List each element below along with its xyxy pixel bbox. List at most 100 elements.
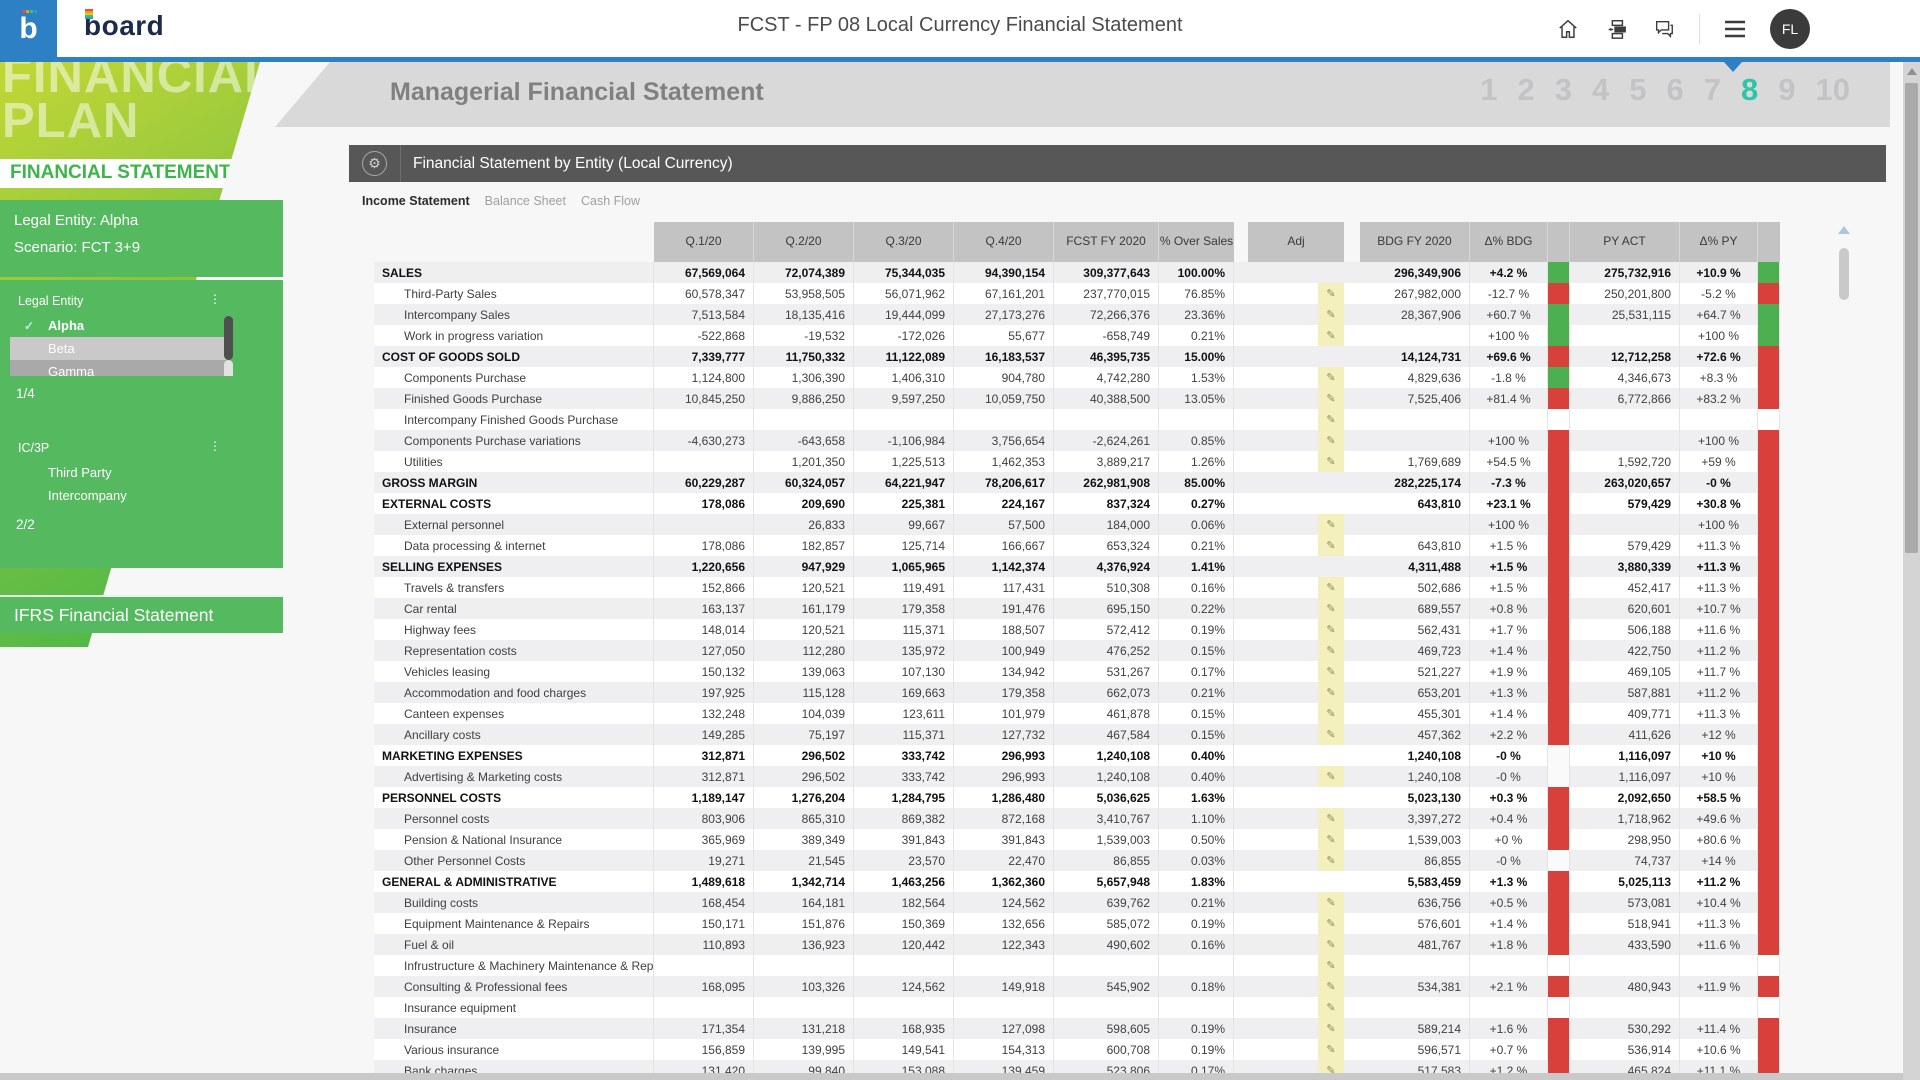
adj-cell[interactable] [1248,745,1318,766]
adj-cell[interactable] [1248,430,1318,451]
table-row[interactable]: Utilities1,201,3501,225,5131,462,3533,88… [374,451,1780,472]
column-header-pyact[interactable]: PY ACT [1570,222,1680,262]
edit-pencil-icon[interactable]: ✎ [1318,388,1344,409]
adj-cell[interactable] [1248,997,1318,1018]
adj-cell[interactable] [1248,535,1318,556]
edit-pencil-icon[interactable]: ✎ [1318,430,1344,451]
tab-income-statement[interactable]: Income Statement [362,194,470,208]
table-row[interactable]: Infrustructure & Machinery Maintenance &… [374,955,1780,976]
adj-cell[interactable] [1248,619,1318,640]
adj-cell[interactable] [1248,283,1318,304]
column-header-dbdg[interactable]: Δ% BDG [1470,222,1548,262]
selector1-kebab-icon[interactable]: ⋮ [209,294,221,308]
table-row[interactable]: Insurance171,354131,218168,935127,098598… [374,1018,1780,1039]
adj-cell[interactable] [1248,304,1318,325]
adj-cell[interactable] [1248,388,1318,409]
table-row[interactable]: GENERAL & ADMINISTRATIVE1,489,6181,342,7… [374,871,1780,892]
list-item-beta[interactable]: Beta [10,337,227,360]
adj-cell[interactable] [1248,934,1318,955]
edit-pencil-icon[interactable]: ✎ [1318,535,1344,556]
adj-cell[interactable] [1248,976,1318,997]
edit-pencil-icon[interactable]: ✎ [1318,934,1344,955]
adj-cell[interactable] [1248,367,1318,388]
adj-cell[interactable] [1248,1018,1318,1039]
edit-pencil-icon[interactable]: ✎ [1318,703,1344,724]
table-row[interactable]: Ancillary costs149,28575,197115,371127,7… [374,724,1780,745]
column-header-adj[interactable]: Adj [1248,222,1344,262]
scrollbar-up-icon[interactable] [1907,68,1917,75]
adj-cell[interactable] [1248,451,1318,472]
adj-cell[interactable] [1248,577,1318,598]
adj-cell[interactable] [1248,598,1318,619]
adj-cell[interactable] [1248,514,1318,535]
list-item-alpha[interactable]: ✓ Alpha [0,314,283,337]
edit-pencil-icon[interactable]: ✎ [1318,829,1344,850]
edit-pencil-icon[interactable]: ✎ [1318,913,1344,934]
table-row[interactable]: Highway fees148,014120,521115,371188,507… [374,619,1780,640]
menu-icon[interactable] [1722,16,1748,42]
panel-settings-button[interactable]: ⚙ [349,145,401,182]
table-row[interactable]: SELLING EXPENSES1,220,656947,9291,065,96… [374,556,1780,577]
table-row[interactable]: Building costs168,454164,181182,564124,5… [374,892,1780,913]
table-row[interactable]: Various insurance156,859139,995149,54115… [374,1039,1780,1060]
edit-pencil-icon[interactable]: ✎ [1318,619,1344,640]
table-row[interactable]: EXTERNAL COSTS178,086209,690225,381224,1… [374,493,1780,514]
entity-list-scrollbar[interactable] [224,316,233,360]
adj-cell[interactable] [1248,409,1318,430]
adj-cell[interactable] [1248,703,1318,724]
table-row[interactable]: Insurance equipment✎ [374,997,1780,1018]
adj-cell[interactable] [1248,661,1318,682]
adj-cell[interactable] [1248,325,1318,346]
table-row[interactable]: MARKETING EXPENSES312,871296,502333,7422… [374,745,1780,766]
adj-cell[interactable] [1248,640,1318,661]
edit-pencil-icon[interactable]: ✎ [1318,766,1344,787]
column-header-pct[interactable]: % Over Sales [1159,222,1234,262]
adj-cell[interactable] [1248,556,1318,577]
selector2-kebab-icon[interactable]: ⋮ [209,441,221,455]
edit-pencil-icon[interactable]: ✎ [1318,1060,1344,1073]
adj-cell[interactable] [1248,724,1318,745]
tab-balance-sheet[interactable]: Balance Sheet [485,194,566,208]
adj-cell[interactable] [1248,262,1318,283]
edit-pencil-icon[interactable]: ✎ [1318,640,1344,661]
edit-pencil-icon[interactable]: ✎ [1318,682,1344,703]
home-icon[interactable] [1555,16,1581,42]
edit-pencil-icon[interactable]: ✎ [1318,724,1344,745]
table-scrollbar[interactable] [1838,226,1850,1070]
table-row[interactable]: Third-Party Sales60,578,34753,958,50556,… [374,283,1780,304]
edit-pencil-icon[interactable]: ✎ [1318,850,1344,871]
table-row[interactable]: Travels & transfers152,866120,521119,491… [374,577,1780,598]
adj-cell[interactable] [1248,850,1318,871]
table-row[interactable]: Representation costs127,050112,280135,97… [374,640,1780,661]
edit-pencil-icon[interactable]: ✎ [1318,577,1344,598]
edit-pencil-icon[interactable]: ✎ [1318,325,1344,346]
edit-pencil-icon[interactable]: ✎ [1318,997,1344,1018]
table-row[interactable]: Advertising & Marketing costs312,871296,… [374,766,1780,787]
ifrs-statement-link[interactable]: IFRS Financial Statement [0,595,283,633]
column-header-dpy[interactable]: Δ% PY [1680,222,1758,262]
edit-pencil-icon[interactable]: ✎ [1318,304,1344,325]
table-row[interactable]: Intercompany Sales7,513,58418,135,41619,… [374,304,1780,325]
list-item-intercompany[interactable]: Intercompany [0,484,283,507]
edit-pencil-icon[interactable]: ✎ [1318,661,1344,682]
adj-cell[interactable] [1248,346,1318,367]
chat-icon[interactable] [1651,16,1677,42]
edit-pencil-icon[interactable]: ✎ [1318,367,1344,388]
table-row[interactable]: Work in progress variation-522,868-19,53… [374,325,1780,346]
table-scroll-thumb[interactable] [1839,248,1849,300]
column-header-bdg[interactable]: BDG FY 2020 [1360,222,1470,262]
adj-cell[interactable] [1248,787,1318,808]
table-row[interactable]: Car rental163,137161,179179,358191,47669… [374,598,1780,619]
adj-cell[interactable] [1248,955,1318,976]
list-item-gamma[interactable]: Gamma [10,360,227,376]
edit-pencil-icon[interactable]: ✎ [1318,1039,1344,1060]
list-item-third-party[interactable]: Third Party [0,461,283,484]
edit-pencil-icon[interactable]: ✎ [1318,892,1344,913]
adj-cell[interactable] [1248,682,1318,703]
edit-pencil-icon[interactable]: ✎ [1318,451,1344,472]
page-scroll-thumb[interactable] [1905,83,1918,553]
edit-pencil-icon[interactable]: ✎ [1318,1018,1344,1039]
table-row[interactable]: Components Purchase1,124,8001,306,3901,4… [374,367,1780,388]
table-row[interactable]: Components Purchase variations-4,630,273… [374,430,1780,451]
table-row[interactable]: GROSS MARGIN60,229,28760,324,05764,221,9… [374,472,1780,493]
